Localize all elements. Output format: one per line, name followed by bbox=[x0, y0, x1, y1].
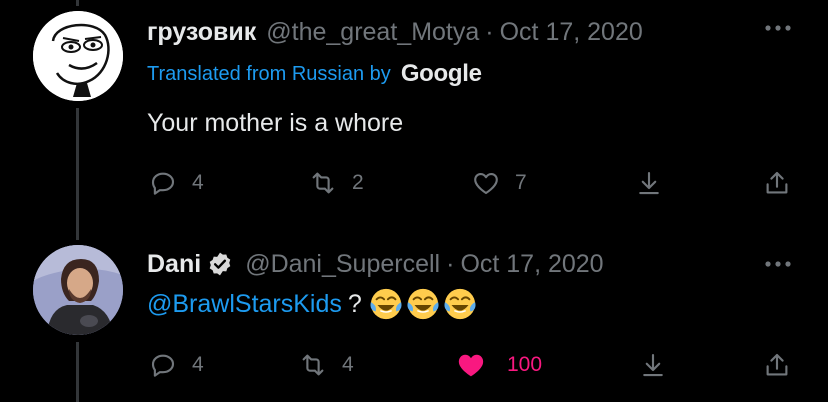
share-button[interactable] bbox=[762, 345, 792, 385]
user-handle[interactable]: @the_great_Motya bbox=[266, 18, 479, 47]
thread-line-top bbox=[76, 0, 79, 6]
tweet-text: Your mother is a whore bbox=[147, 108, 403, 138]
display-name[interactable]: Dani bbox=[147, 250, 201, 279]
user-photo-avatar-icon bbox=[33, 245, 123, 335]
retweet-button[interactable]: 2 bbox=[308, 163, 364, 203]
reply-icon bbox=[151, 354, 175, 377]
tweet[interactable]: грузовик @the_great_Motya · Oct 17, 2020… bbox=[0, 11, 828, 224]
ellipsis-icon bbox=[765, 25, 791, 31]
avatar[interactable] bbox=[33, 245, 123, 335]
like-count: 7 bbox=[515, 171, 527, 194]
retweet-count: 4 bbox=[342, 353, 354, 376]
meme-face-avatar-icon bbox=[33, 11, 123, 101]
separator: · bbox=[485, 17, 494, 46]
share-icon bbox=[766, 171, 788, 194]
translated-label: Translated from Russian by bbox=[147, 62, 391, 85]
translation-attribution[interactable]: Translated from Russian by Google bbox=[147, 60, 482, 88]
heart-filled-icon bbox=[458, 354, 484, 377]
bookmark-button[interactable] bbox=[634, 163, 664, 203]
like-button[interactable]: 100 bbox=[455, 345, 542, 385]
like-button[interactable]: 7 bbox=[471, 163, 527, 203]
share-icon bbox=[766, 353, 788, 376]
share-button[interactable] bbox=[762, 163, 792, 203]
timestamp[interactable]: Oct 17, 2020 bbox=[460, 250, 603, 279]
tweet-text-suffix: ? bbox=[347, 289, 362, 318]
display-name[interactable]: грузовик bbox=[147, 18, 256, 47]
more-options-button[interactable] bbox=[763, 18, 793, 38]
retweet-icon bbox=[312, 172, 334, 194]
tweet[interactable]: Dani @Dani_Supercell · Oct 17, 2020 @Bra… bbox=[0, 245, 828, 402]
face-with-tears-of-joy-icon bbox=[370, 288, 402, 320]
more-options-button[interactable] bbox=[763, 254, 793, 274]
reply-count: 4 bbox=[192, 171, 204, 194]
user-handle[interactable]: @Dani_Supercell bbox=[245, 250, 440, 279]
retweet-count: 2 bbox=[352, 171, 364, 194]
retweet-icon bbox=[302, 354, 324, 376]
face-with-tears-of-joy-icon bbox=[407, 288, 439, 320]
separator: · bbox=[446, 249, 455, 278]
mention-link[interactable]: @BrawlStarsKids bbox=[147, 290, 342, 319]
download-arrow-icon bbox=[643, 353, 663, 377]
tweet-text-content: Your mother is a whore bbox=[147, 108, 404, 137]
retweet-button[interactable]: 4 bbox=[298, 345, 354, 385]
face-with-tears-of-joy-icon bbox=[444, 288, 476, 320]
tweet-text: @BrawlStarsKids ? bbox=[147, 286, 477, 322]
timestamp[interactable]: Oct 17, 2020 bbox=[500, 18, 643, 47]
tweet-actions: 4 4 100 bbox=[0, 345, 828, 385]
heart-outline-icon bbox=[474, 172, 498, 195]
google-logo: Google bbox=[400, 60, 482, 87]
ellipsis-icon bbox=[765, 261, 791, 267]
download-arrow-icon bbox=[639, 171, 659, 195]
avatar[interactable] bbox=[33, 11, 123, 101]
like-count: 100 bbox=[507, 353, 543, 376]
bookmark-button[interactable] bbox=[638, 345, 668, 385]
verified-badge-icon bbox=[209, 252, 231, 276]
tweet-header: Dani @Dani_Supercell · Oct 17, 2020 bbox=[147, 249, 604, 279]
reply-count: 4 bbox=[192, 353, 204, 376]
tweet-actions: 4 2 7 bbox=[0, 163, 828, 203]
reply-button[interactable]: 4 bbox=[148, 163, 204, 203]
reply-button[interactable]: 4 bbox=[148, 345, 204, 385]
tweet-header: грузовик @the_great_Motya · Oct 17, 2020 bbox=[147, 17, 643, 47]
reply-icon bbox=[151, 172, 175, 195]
